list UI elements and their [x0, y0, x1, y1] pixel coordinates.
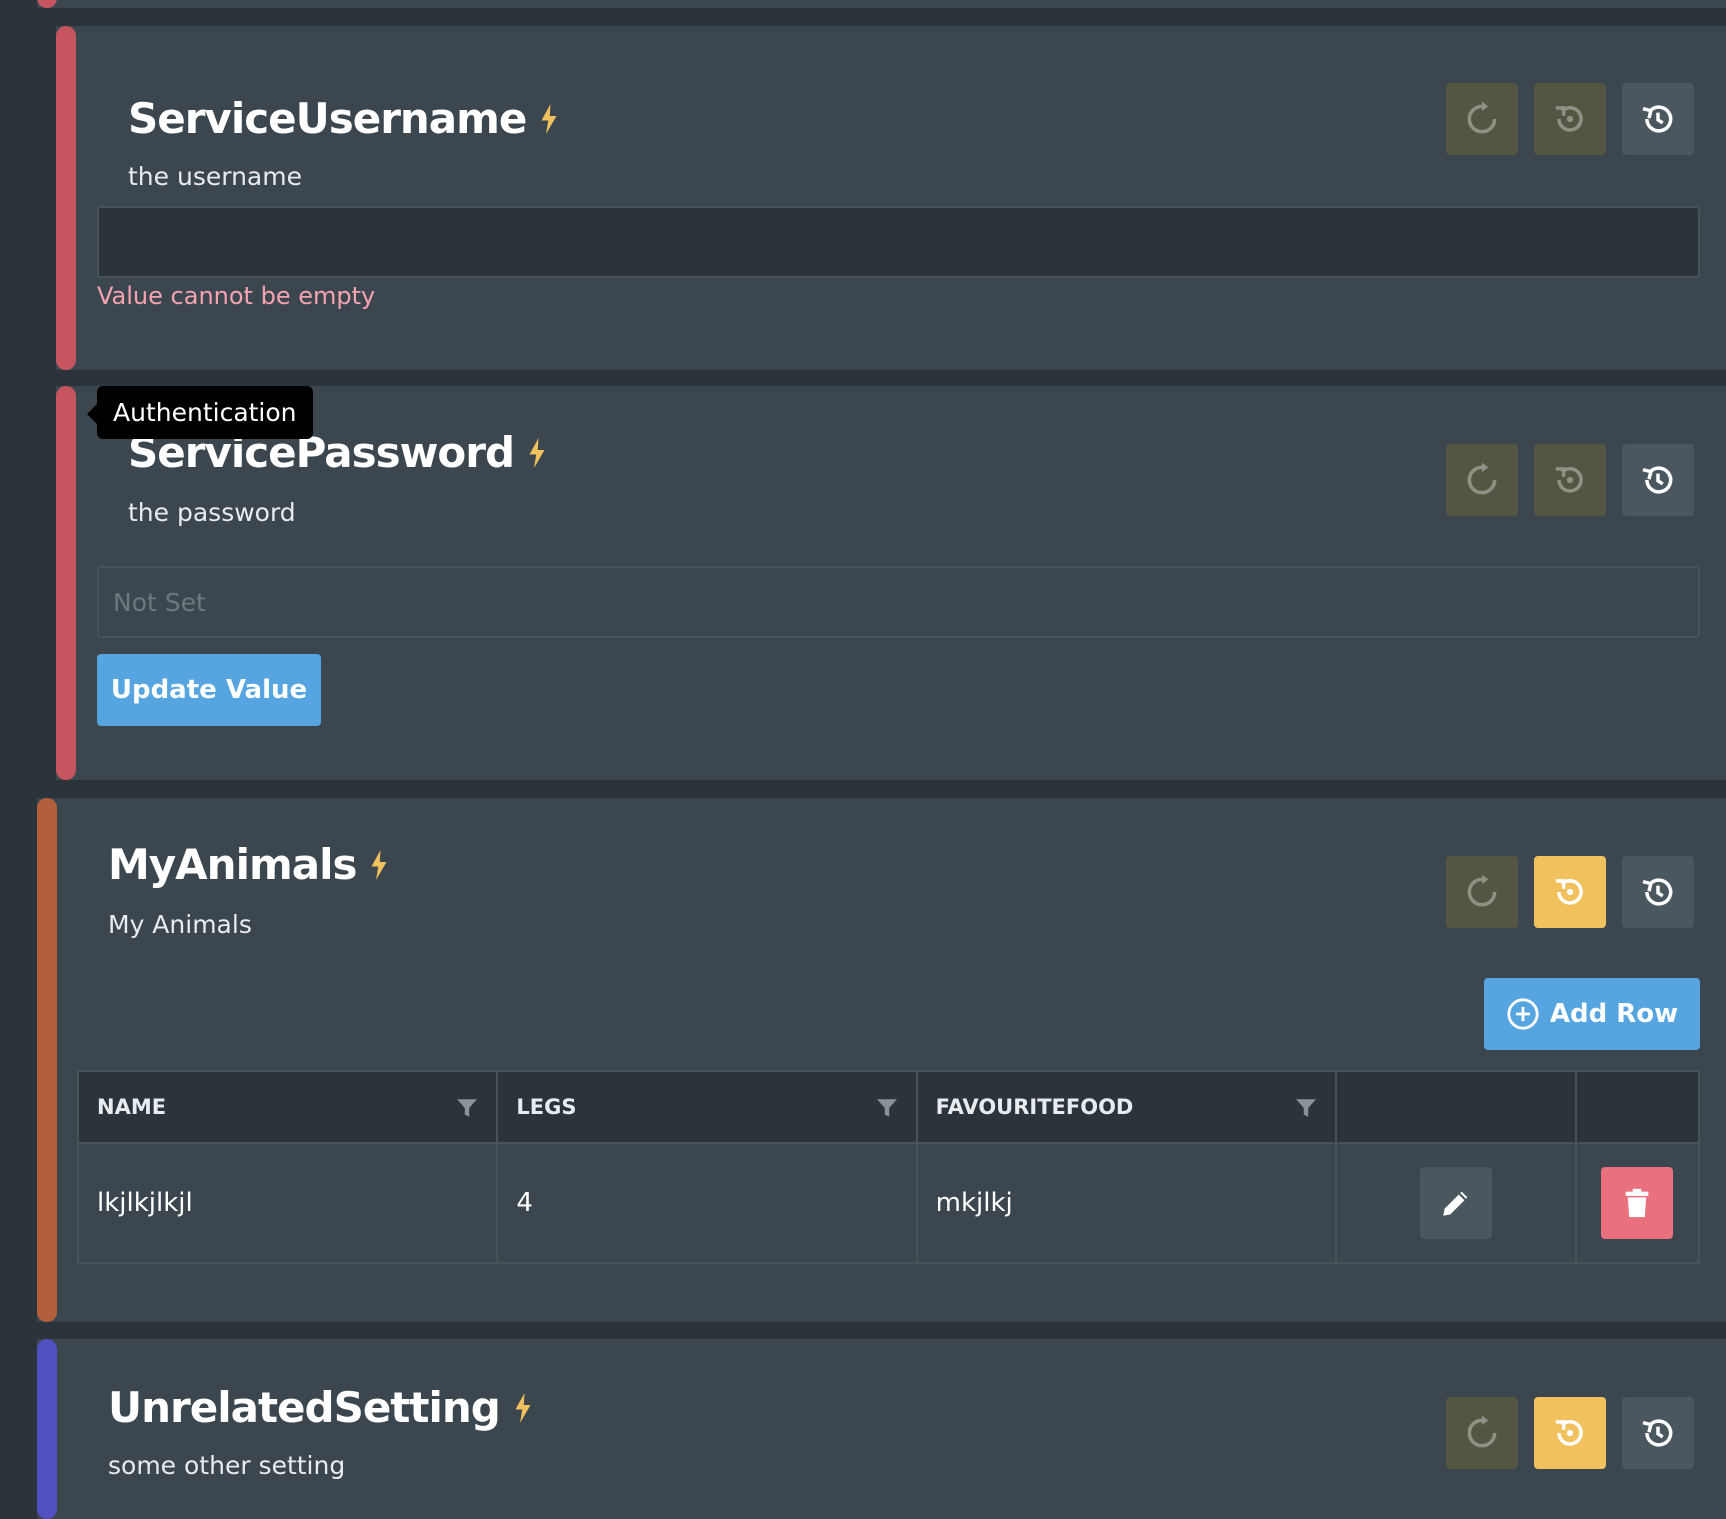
- history-button[interactable]: [1622, 444, 1694, 516]
- revert-icon: [1555, 879, 1583, 905]
- card-accent-bar: [37, 1339, 57, 1519]
- serviceusername-input[interactable]: [97, 206, 1700, 278]
- column-header-legs[interactable]: LEGS: [496, 1070, 918, 1144]
- lightning-icon: [370, 849, 388, 880]
- delete-row-button[interactable]: [1601, 1167, 1674, 1239]
- reset-button[interactable]: [1446, 83, 1518, 155]
- card-accent-bar: [37, 0, 57, 8]
- setting-header: UnrelatedSetting: [108, 1383, 532, 1432]
- column-header-delete: [1574, 1070, 1701, 1144]
- cell-delete: [1574, 1142, 1701, 1264]
- card-accent-bar: [56, 26, 76, 370]
- trash-icon: [1626, 1188, 1649, 1218]
- reset-icon: [1467, 1415, 1497, 1448]
- setting-card-serviceusername: ServiceUsername the username Value canno…: [56, 26, 1726, 370]
- setting-title: ServiceUsername: [128, 94, 527, 143]
- cell-name: lkjlkjlkjl: [76, 1142, 499, 1264]
- pencil-icon: [1443, 1191, 1468, 1216]
- card-accent-bar: [56, 386, 76, 780]
- reset-icon: [1467, 874, 1497, 907]
- setting-actions: [1446, 1397, 1694, 1469]
- filter-icon[interactable]: [1295, 1096, 1317, 1120]
- setting-title: MyAnimals: [108, 840, 357, 889]
- previous-setting-card: [37, 0, 1726, 8]
- revert-button[interactable]: [1534, 83, 1606, 155]
- setting-description: some other setting: [108, 1451, 346, 1480]
- reset-button[interactable]: [1446, 444, 1518, 516]
- lightning-icon: [514, 1392, 532, 1423]
- column-header-name[interactable]: NAME: [76, 1070, 499, 1144]
- history-button[interactable]: [1622, 83, 1694, 155]
- history-icon: [1642, 878, 1673, 906]
- setting-actions: [1446, 83, 1694, 155]
- cell-edit: [1335, 1142, 1577, 1264]
- column-header-favouritefood[interactable]: FAVOURITEFOOD: [915, 1070, 1338, 1144]
- history-icon: [1642, 466, 1673, 494]
- revert-button[interactable]: [1534, 856, 1606, 928]
- history-icon: [1642, 105, 1673, 133]
- cell-favouritefood: mkjlkj: [915, 1142, 1338, 1264]
- cell-legs: 4: [496, 1142, 918, 1264]
- revert-icon: [1555, 1420, 1583, 1446]
- revert-icon: [1555, 467, 1583, 493]
- lightning-icon: [540, 103, 558, 134]
- reset-button[interactable]: [1446, 1397, 1518, 1469]
- filter-icon[interactable]: [456, 1096, 478, 1120]
- lightning-icon: [528, 437, 546, 468]
- edit-row-button[interactable]: [1420, 1167, 1493, 1239]
- revert-icon: [1555, 106, 1583, 132]
- setting-description: the password: [128, 498, 296, 527]
- setting-title: UnrelatedSetting: [108, 1383, 501, 1432]
- setting-description: My Animals: [108, 910, 252, 939]
- revert-button[interactable]: [1534, 1397, 1606, 1469]
- animals-table: NAME LEGS FAVOURITEFOOD lkjlkjlkjl 4 mkj…: [76, 1070, 1701, 1264]
- add-row-label: Add Row: [1549, 999, 1679, 1029]
- revert-button[interactable]: [1534, 444, 1606, 516]
- history-icon: [1642, 1419, 1673, 1447]
- column-header-edit: [1335, 1070, 1577, 1144]
- history-button[interactable]: [1622, 1397, 1694, 1469]
- setting-actions: [1446, 444, 1694, 516]
- setting-header: ServiceUsername: [128, 94, 558, 143]
- card-accent-bar: [37, 798, 57, 1322]
- history-button[interactable]: [1622, 856, 1694, 928]
- reset-icon: [1467, 101, 1497, 134]
- setting-actions: [1446, 856, 1694, 928]
- tooltip-authentication: Authentication: [87, 386, 313, 439]
- reset-icon: [1467, 462, 1497, 495]
- servicepassword-input[interactable]: [97, 566, 1700, 638]
- setting-card-unrelatedsetting: UnrelatedSetting some other setting: [37, 1339, 1726, 1519]
- filter-icon[interactable]: [876, 1096, 898, 1120]
- setting-description: the username: [128, 162, 302, 191]
- setting-header: MyAnimals: [108, 840, 388, 889]
- plus-circle-icon: [1507, 998, 1539, 1030]
- reset-button[interactable]: [1446, 856, 1518, 928]
- update-value-button[interactable]: Update Value: [97, 654, 321, 726]
- add-row-button[interactable]: Add Row: [1484, 978, 1700, 1050]
- table-header-row: NAME LEGS FAVOURITEFOOD: [76, 1070, 1701, 1144]
- table-row: lkjlkjlkjl 4 mkjlkj: [76, 1142, 1701, 1264]
- validation-error: Value cannot be empty: [97, 282, 376, 310]
- setting-card-servicepassword: ServicePassword the password Update Valu…: [56, 386, 1726, 780]
